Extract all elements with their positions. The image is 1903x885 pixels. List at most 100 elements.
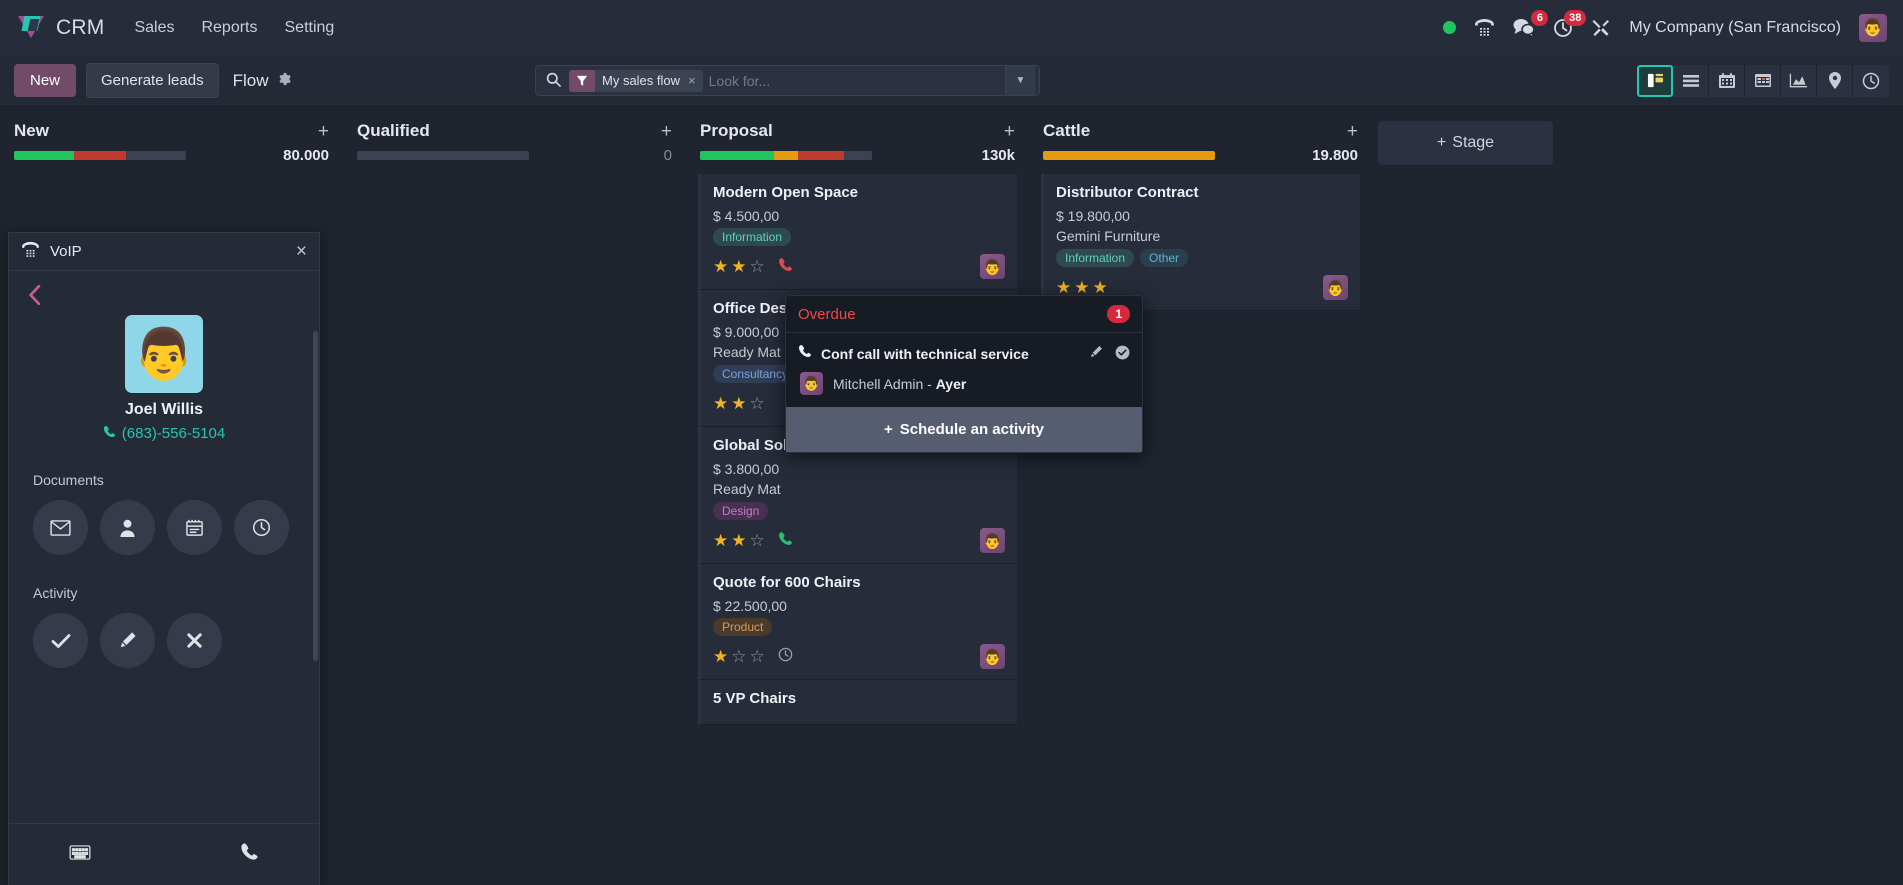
avatar[interactable]: 👨 [980,528,1005,553]
avatar[interactable]: 👨 [1323,275,1348,300]
add-card-button[interactable]: + [661,122,672,141]
popover-body: Conf call with technical service 👨 Mitch… [786,333,1142,407]
close-x-icon[interactable] [167,613,222,668]
search-facet-my-sales-flow[interactable]: My sales flow × [569,69,703,92]
check-circle-icon[interactable] [1115,345,1130,363]
menu-item-sales[interactable]: Sales [134,19,174,37]
add-stage-button[interactable]: + Stage [1378,121,1553,165]
add-card-button[interactable]: + [1004,122,1015,141]
search-dropdown-toggle[interactable]: ▼ [1005,66,1035,95]
phone-icon[interactable] [778,257,793,276]
progress-segment[interactable] [773,151,799,160]
company-selector[interactable]: My Company (San Francisco) [1629,19,1841,37]
menu-item-setting[interactable]: Setting [285,19,335,37]
view-button-map[interactable] [1817,64,1853,97]
star-icon[interactable]: ☆ [750,531,766,551]
avatar[interactable]: 👨 [980,644,1005,669]
activities-clock-icon[interactable]: 38 [1553,9,1587,38]
progress-bar[interactable] [357,151,529,160]
back-chevron-icon[interactable] [27,284,42,311]
kanban-column: Proposal +130k Modern Open Space $ 4.500,00… [686,107,1029,885]
progress-segment[interactable] [844,151,872,160]
progress-bar[interactable] [14,151,186,160]
progress-segment[interactable] [357,151,529,160]
card-priority-stars[interactable]: ★ ★ ☆ [713,257,766,277]
keyboard-icon[interactable] [69,843,91,866]
kanban-card[interactable]: 5 VP Chairs [698,680,1017,725]
check-icon[interactable] [33,613,88,668]
person-icon[interactable] [100,500,155,555]
generate-leads-button[interactable]: Generate leads [86,63,219,98]
kanban-card[interactable]: Distributor Contract $ 19.800,00 Gemini Fu… [1041,174,1360,311]
online-status-dot[interactable] [1443,21,1457,34]
progress-segment[interactable] [74,151,126,160]
view-button-list[interactable] [1673,64,1709,97]
view-button-graph[interactable] [1781,64,1817,97]
kanban-card[interactable]: Quote for 600 Chairs $ 22.500,00 Product ★ ☆… [698,564,1017,680]
view-button-calendar[interactable] [1709,64,1745,97]
messages-icon[interactable]: 6 [1513,10,1549,37]
tools-icon[interactable] [1591,18,1611,38]
breadcrumb-label[interactable]: Flow [233,71,269,91]
star-icon[interactable]: ★ [713,531,729,551]
card-priority-stars[interactable]: ★ ★ ☆ [713,394,766,414]
card-price: $ 4.500,00 [713,208,780,224]
star-icon[interactable]: ☆ [750,647,766,667]
star-icon[interactable]: ☆ [750,257,766,277]
user-avatar[interactable]: 👨 [1859,13,1887,42]
avatar[interactable]: 👨 [980,254,1005,279]
progress-bar[interactable] [1043,151,1215,160]
star-icon[interactable]: ★ [713,647,729,667]
phone-icon[interactable] [240,842,259,867]
card-tag[interactable]: Information [713,228,792,246]
view-button-kanban[interactable] [1637,64,1673,97]
kanban-column-header: Cattle + [1041,107,1360,147]
add-card-button[interactable]: + [1347,122,1358,141]
progress-segment[interactable] [125,151,186,160]
card-title: Modern Open Space [713,184,859,201]
star-icon[interactable]: ★ [713,394,729,414]
progress-bar[interactable] [700,151,872,160]
progress-segment[interactable] [1043,151,1215,160]
clock-icon[interactable] [778,647,793,666]
phone-icon[interactable] [778,531,793,550]
star-icon[interactable]: ★ [731,394,747,414]
card-tag[interactable]: Other [1140,249,1189,267]
pencil-icon[interactable] [100,613,155,668]
card-priority-stars[interactable]: ★ ★ ☆ [713,531,766,551]
clock-icon[interactable] [234,500,289,555]
search-icon[interactable] [546,72,561,90]
menu-item-reports[interactable]: Reports [201,19,257,37]
search-input[interactable] [708,72,1005,89]
app-name[interactable]: CRM [56,16,104,40]
envelope-icon[interactable] [33,500,88,555]
progress-segment[interactable] [14,151,75,160]
contact-phone-link[interactable]: (683)-556-5104 [27,425,301,442]
star-icon[interactable]: ★ [731,531,747,551]
star-icon[interactable]: ★ [731,257,747,277]
voip-phone-icon[interactable] [1474,18,1495,37]
close-icon[interactable]: × [296,241,307,263]
add-card-button[interactable]: + [318,122,329,141]
new-button[interactable]: New [14,64,77,97]
star-icon[interactable]: ☆ [731,647,747,667]
note-icon[interactable] [167,500,222,555]
card-tag[interactable]: Design [713,502,769,520]
pencil-icon[interactable] [1089,345,1103,363]
schedule-activity-button[interactable]: + Schedule an activity [786,407,1142,452]
card-tag[interactable]: Product [713,618,773,636]
card-tag[interactable]: Information [1056,249,1135,267]
card-priority-stars[interactable]: ★ ☆ ☆ [713,647,766,667]
kanban-card[interactable]: Modern Open Space $ 4.500,00 Information ★ ★… [698,174,1017,290]
view-button-pivot[interactable] [1745,64,1781,97]
star-icon[interactable]: ☆ [750,394,766,414]
voip-phone-icon [21,241,40,263]
star-icon[interactable]: ★ [713,257,729,277]
voip-scrollbar[interactable] [313,331,318,661]
facet-remove-icon[interactable]: × [688,73,696,88]
activity-section-label: Activity [33,585,78,601]
gear-icon[interactable] [277,72,291,89]
view-button-activity[interactable] [1853,65,1889,97]
progress-segment[interactable] [798,151,845,160]
progress-segment[interactable] [700,151,774,160]
